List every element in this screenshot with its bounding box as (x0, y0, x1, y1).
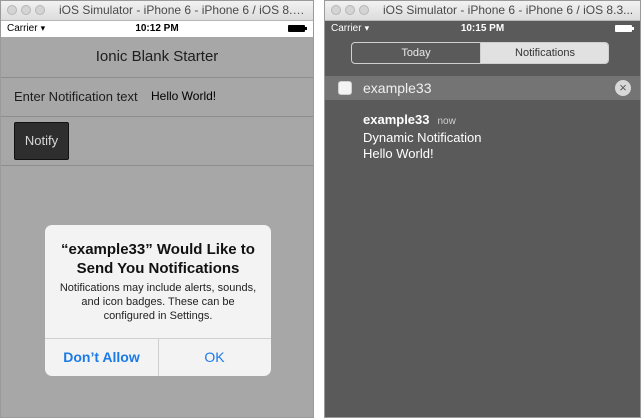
notify-button[interactable]: Notify (14, 122, 69, 160)
header-title: Ionic Blank Starter (95, 48, 219, 65)
simulator-window-left: iOS Simulator - iPhone 6 - iPhone 6 / iO… (0, 0, 314, 418)
window-titlebar[interactable]: iOS Simulator - iPhone 6 - iPhone 6 / iO… (1, 1, 313, 21)
notification-header: example33 now (363, 112, 482, 130)
window-controls (7, 5, 49, 19)
notification-time: now (437, 116, 456, 127)
notification-text-item[interactable]: Enter Notification text Hello World! (1, 78, 313, 117)
notification-entry[interactable]: example33 now Dynamic Notification Hello … (363, 112, 482, 162)
notify-item: Notify (1, 117, 313, 166)
window-title: iOS Simulator - iPhone 6 - iPhone 6 / iO… (383, 3, 634, 17)
tab-notifications[interactable]: Notifications (481, 43, 608, 63)
app-group-header: example33 × (325, 76, 640, 100)
app-icon (338, 81, 352, 95)
window-controls (331, 5, 373, 19)
zoom-window-button[interactable] (359, 5, 369, 15)
close-window-button[interactable] (331, 5, 341, 15)
alert-message: Notifications may include alerts, sounds… (59, 282, 257, 322)
permission-alert: “example33” Would Like to Send You Notif… (45, 225, 271, 376)
status-time: 10:12 PM (135, 23, 179, 34)
notification-text-label: Enter Notification text (14, 89, 138, 104)
ok-button[interactable]: OK (158, 339, 271, 376)
header-bar: Ionic Blank Starter (1, 37, 313, 78)
ios-status-bar: Carrier ▾ 10:12 PM (1, 21, 313, 37)
battery-icon (615, 25, 634, 32)
simulator-window-right: iOS Simulator - iPhone 6 - iPhone 6 / iO… (324, 0, 641, 418)
notification-title: Dynamic Notification (363, 130, 482, 145)
alert-buttons: Don’t Allow OK (45, 338, 271, 376)
close-circle-icon[interactable]: × (615, 80, 631, 96)
status-time: 10:15 PM (460, 23, 505, 34)
window-titlebar[interactable]: iOS Simulator - iPhone 6 - iPhone 6 / iO… (325, 1, 640, 21)
window-title: iOS Simulator - iPhone 6 - iPhone 6 / iO… (59, 3, 309, 17)
notification-center: Carrier ▾ 10:15 PM Today Notifications ex… (325, 21, 640, 417)
alert-title: “example33” Would Like to Send You Notif… (61, 241, 255, 277)
notification-app-name: example33 (363, 112, 430, 127)
notification-center-tabs: Today Notifications (351, 42, 609, 64)
group-app-name: example33 (363, 80, 432, 96)
tab-today[interactable]: Today (352, 43, 481, 63)
dont-allow-button[interactable]: Don’t Allow (45, 339, 159, 376)
close-window-button[interactable] (7, 5, 17, 15)
minimize-window-button[interactable] (345, 5, 355, 15)
zoom-window-button[interactable] (35, 5, 45, 15)
battery-icon (288, 25, 307, 32)
ios-status-bar: Carrier ▾ 10:15 PM (325, 21, 640, 37)
minimize-window-button[interactable] (21, 5, 31, 15)
notification-body: Hello World! (363, 146, 434, 161)
notification-text-input[interactable]: Hello World! (151, 89, 216, 103)
